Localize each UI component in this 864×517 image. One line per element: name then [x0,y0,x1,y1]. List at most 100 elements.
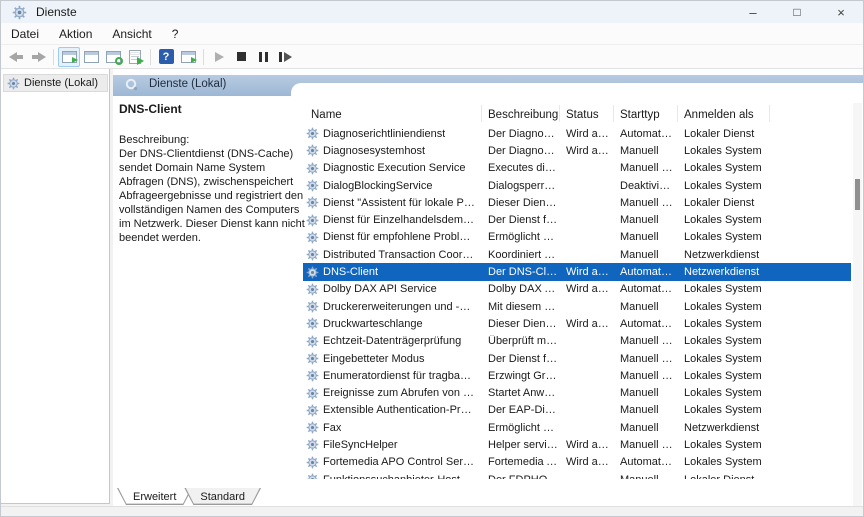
table-row[interactable]: Echtzeit-DatenträgerprüfungÜberprüft mög… [303,333,851,350]
service-name-cell: Diagnoserichtliniendienst [303,127,481,140]
service-logonas-cell: Lokales System [677,318,769,330]
service-gear-icon [306,196,319,209]
column-separator[interactable] [559,105,560,122]
service-name-cell: Fortemedia APO Control Ser… [303,456,481,469]
service-description-cell: Startet Anwen… [481,387,559,399]
service-starttype-cell: Manuell [613,214,677,226]
service-logonas-cell: Lokales System [677,283,769,295]
service-description-cell: Dolby DAX API … [481,283,559,295]
column-header-beschreibung[interactable]: Beschreibung [481,109,559,121]
service-starttype-cell: Manuell … [613,162,677,174]
column-header-name[interactable]: Name [303,109,481,121]
table-row[interactable]: Diagnostic Execution ServiceExecutes dia… [303,160,851,177]
close-button[interactable]: × [819,1,863,23]
menu-ansicht[interactable]: Ansicht [102,23,161,44]
table-row[interactable]: Ereignisse zum Abrufen von …Startet Anwe… [303,384,851,401]
service-starttype-cell: Manuell … [613,370,677,382]
service-gear-icon [306,231,319,244]
service-starttype-cell: Deaktivi… [613,180,677,192]
export-list-icon[interactable] [124,47,146,67]
table-row[interactable]: Druckererweiterungen und -…Mit diesem Di… [303,298,851,315]
minimize-button[interactable]: – [731,1,775,23]
column-separator[interactable] [677,105,678,122]
show-action-pane-icon[interactable] [177,47,199,67]
column-header-starttyp[interactable]: Starttyp [613,109,677,121]
column-separator[interactable] [481,105,482,122]
service-logonas-cell: Lokaler Dienst [677,197,769,209]
tab-standard[interactable]: Standard [184,488,261,505]
service-status-cell: Wird au… [559,283,613,295]
refresh-icon[interactable] [102,47,124,67]
service-starttype-cell: Automat… [613,283,677,295]
service-starttype-cell: Manuell [613,422,677,434]
service-name-cell: Diagnostic Execution Service [303,162,481,175]
show-console-tree-icon[interactable] [58,47,80,67]
column-header-status[interactable]: Status [559,109,613,121]
service-gear-icon [306,162,319,175]
table-row[interactable]: Distributed Transaction Coor…Koordiniert… [303,246,851,263]
toolbar: ? [1,45,863,69]
service-description-cell: Überprüft mög… [481,335,559,347]
table-row[interactable]: Dolby DAX API ServiceDolby DAX API …Wird… [303,281,851,298]
service-name-cell: Echtzeit-Datenträgerprüfung [303,335,481,348]
table-row[interactable]: DiagnosesystemhostDer Diagnoses…Wird au…… [303,142,851,159]
stop-service-icon[interactable] [230,47,252,67]
table-row[interactable]: Enumeratordienst für tragba…Erzwingt Gru… [303,367,851,384]
service-description-cell: Helper service … [481,439,559,451]
properties-window-icon[interactable] [80,47,102,67]
service-name-cell: Ereignisse zum Abrufen von … [303,387,481,400]
menu-help[interactable]: ? [162,23,189,44]
table-row[interactable]: FaxErmöglicht das…ManuellNetzwerkdienst [303,419,851,436]
tree-item-dienste-lokal[interactable]: Dienste (Lokal) [3,74,108,92]
help-icon[interactable]: ? [155,47,177,67]
service-starttype-cell: Automat… [613,266,677,278]
table-row[interactable]: DruckwarteschlangeDieser Dienst s…Wird a… [303,315,851,332]
table-row[interactable]: Fortemedia APO Control Ser…Fortemedia AP… [303,454,851,471]
back-icon[interactable] [5,47,27,67]
menu-aktion[interactable]: Aktion [49,23,102,44]
service-name-cell: Funktionssuchanbieter-Host [303,473,481,479]
column-separator[interactable] [613,105,614,122]
service-gear-icon [306,421,319,434]
console-tree-pane: Dienste (Lokal) [1,69,110,504]
pause-service-icon[interactable] [252,47,274,67]
table-row[interactable]: Funktionssuchanbieter-HostDer FDPHOST-…M… [303,471,851,479]
service-logonas-cell: Lokales System [677,231,769,243]
toolbar-separator [203,49,204,65]
service-gear-icon [306,369,319,382]
table-row[interactable]: Dienst "Assistent für lokale P…Dieser Di… [303,194,851,211]
vertical-scrollbar[interactable] [853,97,862,506]
service-logonas-cell: Lokales System [677,404,769,416]
table-row[interactable]: Eingebetteter ModusDer Dienst für …Manue… [303,350,851,367]
service-name-cell: Enumeratordienst für tragba… [303,369,481,382]
column-header-anmelden-als[interactable]: Anmelden als [677,109,769,121]
service-starttype-cell: Manuell [613,301,677,313]
service-gear-icon [306,144,319,157]
menu-datei[interactable]: Datei [1,23,49,44]
column-separator[interactable] [769,105,770,122]
service-logonas-cell: Lokales System [677,162,769,174]
table-row[interactable]: DiagnoserichtliniendienstDer Diagnoseri…… [303,125,851,142]
band-cover [291,83,863,103]
table-row[interactable]: Extensible Authentication-Pr…Der EAP-Die… [303,402,851,419]
service-gear-icon [306,214,319,227]
service-starttype-cell: Manuell … [613,335,677,347]
maximize-button[interactable]: □ [775,1,819,23]
service-gear-icon [306,456,319,469]
service-starttype-cell: Manuell [613,249,677,261]
service-description-cell: Dieser Dienst e… [481,197,559,209]
tab-erweitert[interactable]: Erweitert [117,488,192,505]
table-row[interactable]: FileSyncHelperHelper service …Wird au…Ma… [303,436,851,453]
table-row[interactable]: DNS-ClientDer DNS-Clien…Wird au…Automat…… [303,263,851,280]
restart-service-icon[interactable] [274,47,296,67]
service-name-cell: DialogBlockingService [303,179,481,192]
service-logonas-cell: Lokales System [677,301,769,313]
table-row[interactable]: Dienst für Einzelhandelsdem…Der Dienst f… [303,211,851,228]
forward-icon[interactable] [27,47,49,67]
scrollbar-thumb[interactable] [855,179,860,210]
description-text: Der DNS-Clientdienst (DNS-Cache) sendet … [119,148,305,244]
table-row[interactable]: DialogBlockingServiceDialogsperrdie…Deak… [303,177,851,194]
start-service-icon[interactable] [208,47,230,67]
service-gear-icon [306,404,319,417]
table-row[interactable]: Dienst für empfohlene Probl…Ermöglicht d… [303,229,851,246]
